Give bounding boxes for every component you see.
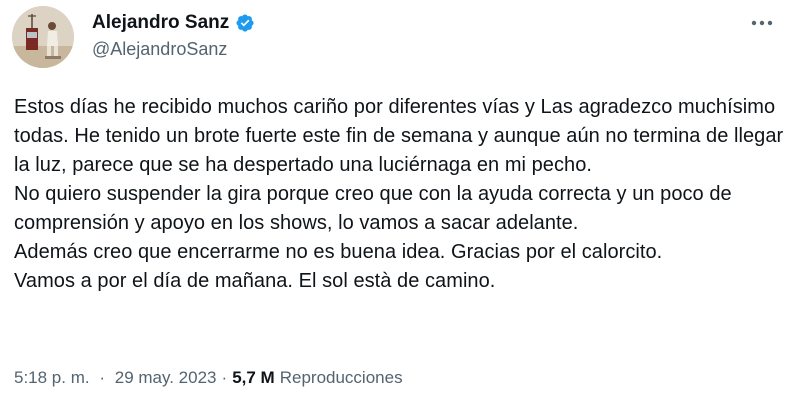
meta-separator: · [99,368,106,387]
more-horizontal-icon [751,20,773,26]
author-handle[interactable]: @AlejandroSanz [92,39,227,60]
views-label: Reproducciones [279,368,403,387]
verified-badge-icon[interactable] [235,13,255,33]
author-name-row: Alejandro Sanz [92,12,255,34]
profile-photo-icon [12,6,74,68]
author-display-name[interactable]: Alejandro Sanz [92,12,229,34]
tweet-meta: 5:18 p. m. · 29 may. 2023 · 5,7 M Reprod… [14,368,403,388]
avatar[interactable] [12,6,74,68]
tweet-card: Alejandro Sanz @AlejandroSanz Estos días… [0,0,800,404]
more-options-button[interactable] [750,14,774,32]
views-count: 5,7 M [232,368,275,387]
tweet-time: 5:18 p. m. [14,368,90,387]
tweet-date: 29 may. 2023 [114,368,217,387]
tweet-timestamp-link[interactable]: 5:18 p. m. · 29 may. 2023 [14,368,217,388]
tweet-text: Estos días he recibido muchos cariño por… [14,96,784,292]
meta-separator: · [221,368,228,387]
